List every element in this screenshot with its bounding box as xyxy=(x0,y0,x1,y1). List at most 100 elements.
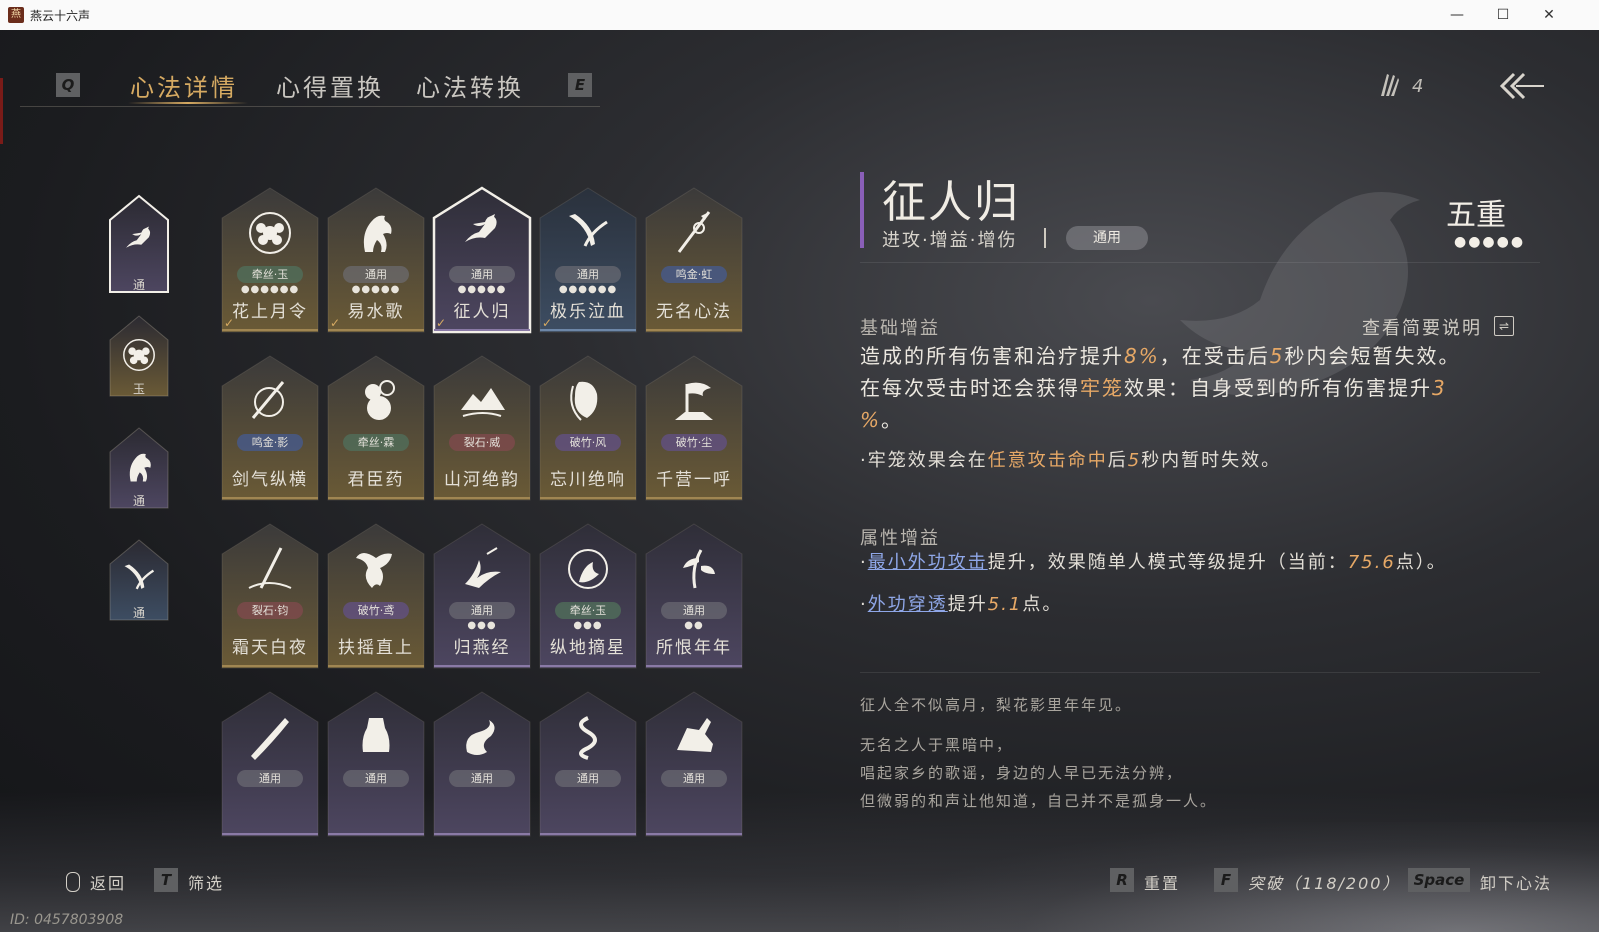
brief-description-toggle[interactable]: 查看简要说明 xyxy=(1362,314,1482,340)
tab-heart-method-details[interactable]: 心法详情 xyxy=(130,68,238,103)
card-name: 剑气纵横 xyxy=(232,470,308,490)
heart-method-card[interactable]: 通用 ●● 所恨年年 xyxy=(644,522,744,670)
card-name: 无名心法 xyxy=(656,302,732,322)
edge-marker xyxy=(0,78,3,144)
heart-method-card[interactable]: 通用 xyxy=(432,690,532,838)
text-segment: 秒内会短暂失效。 xyxy=(1284,344,1461,368)
window-title: 燕云十六声 xyxy=(30,9,91,23)
reset-hint[interactable]: 重置 xyxy=(1144,870,1180,894)
willow-icon xyxy=(683,549,715,589)
heart-method-card[interactable]: 通用 xyxy=(644,690,744,838)
sword-icon xyxy=(251,381,285,419)
spear-icon xyxy=(677,211,711,253)
value-highlight: 5 xyxy=(1127,450,1142,471)
detail-tags: 进攻·增益·增伤 xyxy=(882,230,1018,251)
rank-dots: ●●● xyxy=(467,620,497,631)
school-badge: 鸣金·影 xyxy=(237,434,303,451)
breakthrough-key[interactable]: F xyxy=(1214,868,1238,892)
heart-method-card[interactable]: 通用 ●●●●●● 极乐泣血 ✓ xyxy=(538,186,638,334)
heart-method-card[interactable]: 通用 ●●●●● 征人归 ✓ xyxy=(432,186,532,334)
heart-method-card[interactable]: 破竹·尘 千营一呼 xyxy=(644,354,744,502)
filter-key[interactable]: T xyxy=(154,868,178,892)
rank-dots: ●●●●● xyxy=(351,284,401,295)
cage-note: ·牢笼效果会在任意攻击命中后5秒内暂时失效。 xyxy=(860,446,1281,472)
heart-method-card[interactable]: 通用 xyxy=(326,690,426,838)
card-name: 易水歌 xyxy=(347,302,405,322)
close-button[interactable]: ✕ xyxy=(1534,4,1564,26)
heart-method-card[interactable]: 通用 xyxy=(538,690,638,838)
heart-method-card[interactable]: 牵丝·霖君臣药 xyxy=(326,354,426,502)
crow-hand-icon xyxy=(465,214,497,242)
slot-tag: 通 xyxy=(132,606,145,620)
heart-method-card[interactable]: 通用 xyxy=(220,690,320,838)
feather-bundle-icon xyxy=(1381,74,1399,96)
tab-method-conversion[interactable]: 心法转换 xyxy=(416,68,524,103)
heart-method-card[interactable]: 鸣金·虹无名心法 xyxy=(644,186,744,334)
gourd-icon xyxy=(365,380,395,420)
rank-dots: ●●●●● xyxy=(1454,234,1526,250)
rank-dots: ●●●●●● xyxy=(240,284,300,295)
equipped-slot[interactable]: 通 xyxy=(108,538,170,622)
school-badge: 鸣金·虹 xyxy=(661,266,727,283)
heart-method-card[interactable]: 通用 ●●● 归燕经 xyxy=(432,522,532,670)
value-highlight: 75.6 xyxy=(1347,552,1396,573)
equipped-check-icon: ✓ xyxy=(542,316,553,330)
text-segment: 效果：自身受到的所有伤害提升 xyxy=(1124,376,1432,400)
base-bonus-heading: 基础增益 xyxy=(860,318,940,339)
heart-method-card[interactable]: 破竹·风 忘川绝响 xyxy=(538,354,638,502)
blade-slash-icon xyxy=(124,564,155,590)
text-segment: 秒内暂时失效。 xyxy=(1141,450,1282,471)
rank-dots: ●●●●● xyxy=(457,284,507,295)
card-name: 君臣药 xyxy=(347,470,405,490)
serpent-icon xyxy=(579,716,597,760)
school-badge: 通用 xyxy=(661,602,727,619)
broadsword-icon xyxy=(251,718,289,760)
heart-method-card[interactable]: 牵丝·玉 ●●● 纵地摘星 xyxy=(538,522,638,670)
text-segment: 后 xyxy=(1107,450,1128,471)
attribute-link-min-external-attack[interactable]: 最小外功攻击 xyxy=(868,552,988,573)
bullet: · xyxy=(860,594,868,615)
school-badge: 通用 xyxy=(555,266,621,283)
breakthrough-hint[interactable]: 突破（118/200） xyxy=(1248,870,1400,894)
swallow-icon xyxy=(465,547,501,588)
window-titlebar: 燕 燕云十六声 — ☐ ✕ xyxy=(0,0,1599,30)
reset-key[interactable]: R xyxy=(1110,868,1134,892)
school-badge: 牵丝·霖 xyxy=(343,434,409,451)
back-arrow-icon[interactable] xyxy=(1498,70,1546,102)
equipped-slot[interactable]: 玉 xyxy=(108,314,170,398)
text-segment: 在每次受击时还会获得 xyxy=(860,376,1080,400)
equipped-slot[interactable]: 通 xyxy=(108,194,170,294)
heart-method-card[interactable]: 通用 ●●●●● 易水歌 ✓ xyxy=(326,186,426,334)
prev-tab-key[interactable]: Q xyxy=(56,73,80,97)
heart-method-card[interactable]: 破竹·鸢 扶摇直上 xyxy=(326,522,426,670)
unequip-key[interactable]: Space xyxy=(1408,868,1470,892)
tab-insight-exchange[interactable]: 心得置换 xyxy=(276,68,384,103)
flavor-line-1: 征人全不似高月，梨花影里年年见。 xyxy=(860,696,1133,714)
rank-dots: ●●● xyxy=(573,620,603,631)
boot-icon xyxy=(677,718,713,752)
card-name: 花上月令 xyxy=(232,302,308,322)
heart-method-card[interactable]: 牵丝·玉 ●●●●●● 花上月令 ✓ xyxy=(220,186,320,334)
back-hint[interactable]: 返回 xyxy=(90,870,126,894)
value-highlight: % xyxy=(860,408,882,432)
tag-separator xyxy=(1044,228,1046,248)
title-accent-bar xyxy=(860,172,864,248)
statue-icon xyxy=(362,718,390,752)
school-badge: 通用 xyxy=(449,266,515,283)
text-segment: 提升，效果随单人模式等级提升（当前： xyxy=(987,552,1348,573)
school-badge: 裂石·威 xyxy=(449,434,515,451)
maximize-button[interactable]: ☐ xyxy=(1488,4,1518,26)
school-badge: 通用 xyxy=(555,770,621,787)
attribute-link-external-penetration[interactable]: 外功穿透 xyxy=(868,594,948,615)
attribute-bonus-heading: 属性增益 xyxy=(860,528,940,549)
equipped-slot[interactable]: 通 xyxy=(108,426,170,510)
filter-hint[interactable]: 筛选 xyxy=(188,870,224,894)
heart-method-card[interactable]: 裂石·威 山河绝韵 xyxy=(432,354,532,502)
unequip-hint[interactable]: 卸下心法 xyxy=(1480,870,1552,894)
heart-method-card[interactable]: 裂石·钧 霜天白夜 xyxy=(220,522,320,670)
text-segment: 点。 xyxy=(1022,594,1063,615)
next-tab-key[interactable]: E xyxy=(568,73,592,97)
toggle-icon[interactable]: ⇌ xyxy=(1494,316,1514,336)
heart-method-card[interactable]: 鸣金·影剑气纵横 xyxy=(220,354,320,502)
minimize-button[interactable]: — xyxy=(1442,4,1472,26)
